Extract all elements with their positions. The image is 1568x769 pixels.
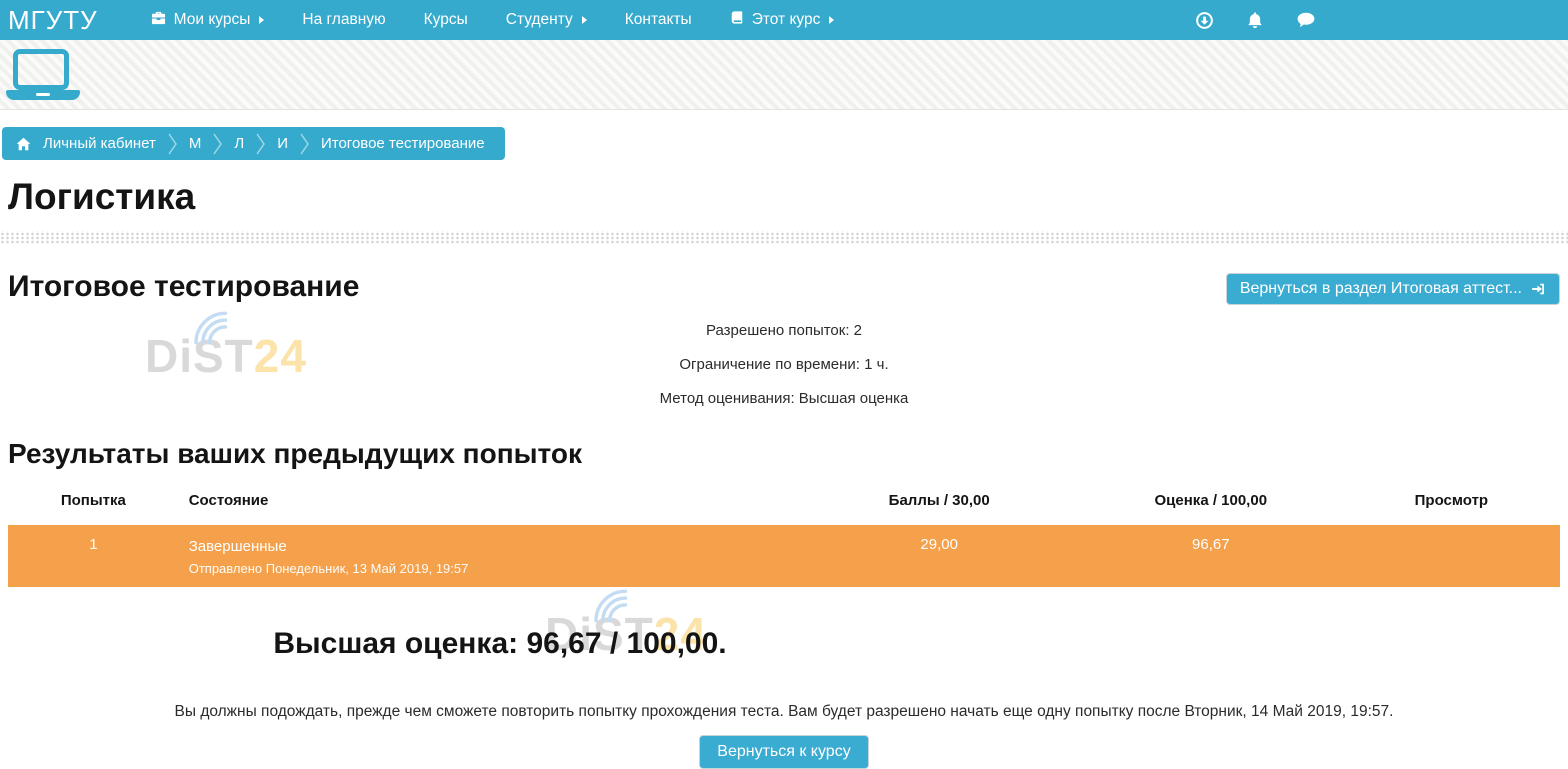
breadcrumb-item-dashboard[interactable]: Личный кабинет <box>43 135 156 152</box>
best-grade-section: DiST24 Высшая оценка: 96,67 / 100,00. <box>0 613 1000 669</box>
bell-icon[interactable] <box>1246 11 1264 30</box>
header-review: Просмотр <box>1343 484 1560 525</box>
caret-right-icon <box>829 16 834 24</box>
breadcrumb-item-m[interactable]: М <box>189 135 202 152</box>
chevron-right-icon <box>300 133 309 155</box>
laptop-base <box>6 90 80 100</box>
dotted-divider <box>0 231 1568 244</box>
breadcrumb-item-current: Итоговое тестирование <box>321 135 485 152</box>
caret-right-icon <box>259 16 264 24</box>
nav-item-my-courses[interactable]: Мои курсы <box>132 0 284 40</box>
nav-item-contacts[interactable]: Контакты <box>606 0 711 40</box>
nav-item-label: Мои курсы <box>174 11 251 29</box>
home-icon[interactable] <box>16 137 31 151</box>
cell-review <box>1343 525 1560 587</box>
info-time-limit: Ограничение по времени: 1 ч. <box>0 347 1568 381</box>
cell-state: Завершенные Отправлено Понедельник, 13 М… <box>179 525 800 587</box>
info-attempts-allowed: Разрешено попыток: 2 <box>0 313 1568 347</box>
results-heading: Результаты ваших предыдущих попыток <box>8 439 1568 468</box>
quiz-title: Итоговое тестирование <box>8 271 359 303</box>
page-title: Логистика <box>8 177 1568 218</box>
breadcrumb-item-i[interactable]: И <box>277 135 288 152</box>
attempts-table: Попытка Состояние Баллы / 30,00 Оценка /… <box>8 484 1560 587</box>
quiz-info-section: DiST24 Разрешено попыток: 2 Ограничение … <box>0 313 1568 417</box>
book-icon <box>730 10 744 30</box>
header-band <box>0 40 1568 110</box>
nav-item-label: На главную <box>302 11 385 29</box>
chevron-right-icon <box>213 133 222 155</box>
caret-right-icon <box>582 16 587 24</box>
laptop-screen <box>13 49 69 90</box>
briefcase-icon <box>151 10 166 30</box>
cell-attempt-number: 1 <box>8 525 179 587</box>
header-state: Состояние <box>179 484 800 525</box>
top-navbar: МГУТУ Мои курсы На главную Курсы Студент… <box>0 0 1568 40</box>
nav-item-label: Этот курс <box>752 11 821 29</box>
breadcrumb: Личный кабинет М Л И Итоговое тестирован… <box>2 127 505 160</box>
cell-grade: 96,67 <box>1079 525 1343 587</box>
sign-in-icon <box>1531 282 1546 296</box>
nav-item-label: Контакты <box>625 11 692 29</box>
logo-mgutu[interactable]: МГУТУ <box>0 0 104 40</box>
header-marks: Баллы / 30,00 <box>800 484 1079 525</box>
best-grade-text: Высшая оценка: 96,67 / 100,00. <box>0 613 1000 661</box>
table-row: 1 Завершенные Отправлено Понедельник, 13… <box>8 525 1560 587</box>
wait-message: Вы должны подождать, прежде чем сможете … <box>10 703 1558 721</box>
state-label: Завершенные <box>189 536 790 555</box>
nav-item-student[interactable]: Студенту <box>487 0 606 40</box>
back-to-section-button[interactable]: Вернуться в раздел Итоговая аттест... <box>1226 273 1560 305</box>
nav-item-this-course[interactable]: Этот курс <box>711 0 854 40</box>
chevron-right-icon <box>256 133 265 155</box>
nav-item-label: Студенту <box>506 11 573 29</box>
cell-marks: 29,00 <box>800 525 1079 587</box>
info-grading-method: Метод оценивания: Высшая оценка <box>0 381 1568 415</box>
navbar-right-icons <box>1195 11 1568 30</box>
chevron-right-icon <box>168 133 177 155</box>
comment-icon[interactable] <box>1296 11 1316 29</box>
arrow-circle-down-icon[interactable] <box>1195 11 1214 30</box>
breadcrumb-item-l[interactable]: Л <box>234 135 244 152</box>
header-grade: Оценка / 100,00 <box>1079 484 1343 525</box>
nav-item-label: Курсы <box>424 11 468 29</box>
laptop-icon[interactable] <box>6 49 82 101</box>
return-button-label: Вернуться к курсу <box>717 743 850 761</box>
state-submitted-timestamp: Отправлено Понедельник, 13 Май 2019, 19:… <box>189 561 790 576</box>
nav-item-courses[interactable]: Курсы <box>405 0 487 40</box>
header-attempt: Попытка <box>8 484 179 525</box>
return-to-course-button[interactable]: Вернуться к курсу <box>699 735 868 769</box>
nav-item-home[interactable]: На главную <box>283 0 404 40</box>
table-header-row: Попытка Состояние Баллы / 30,00 Оценка /… <box>8 484 1560 525</box>
back-button-label: Вернуться в раздел Итоговая аттест... <box>1240 280 1522 298</box>
